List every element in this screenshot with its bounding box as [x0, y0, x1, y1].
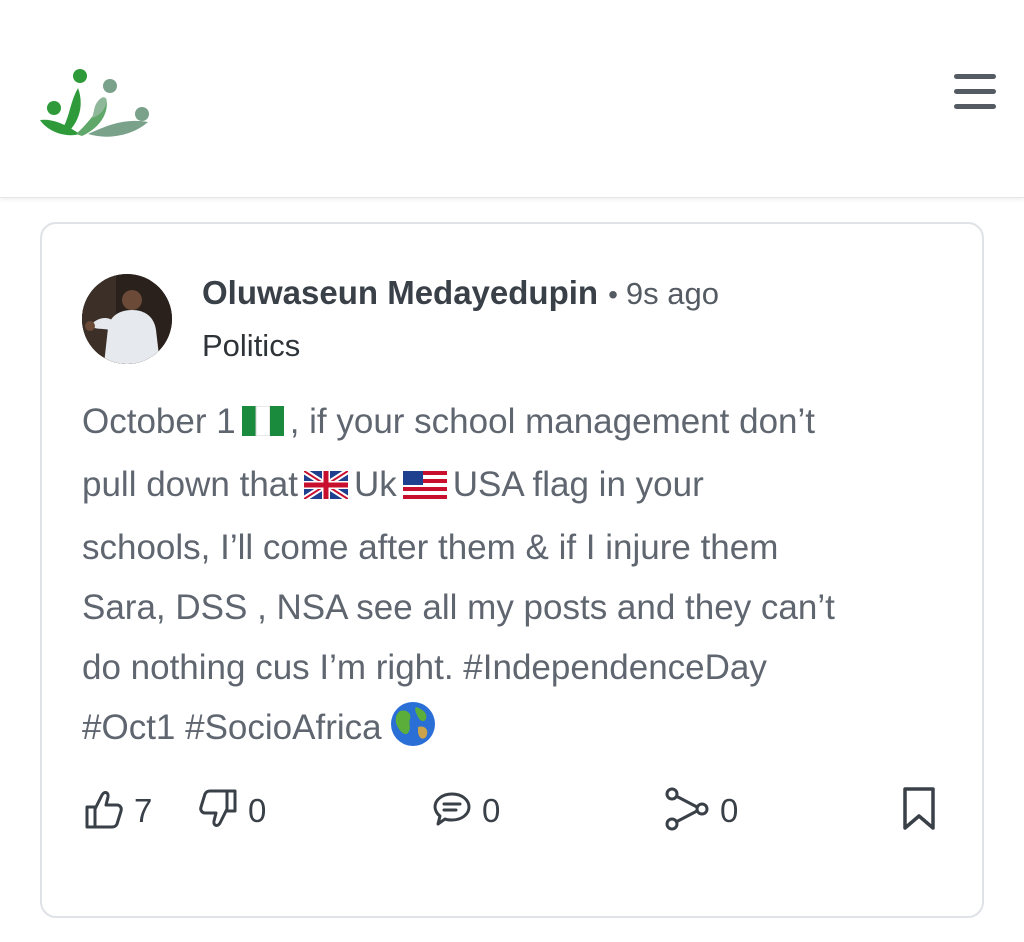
- post-line-text: October 1: [82, 402, 236, 441]
- post-line: schools, I’ll come after them & if I inj…: [82, 528, 779, 567]
- post-line-text: USA flag in your: [452, 465, 704, 504]
- share-button[interactable]: 0: [664, 784, 738, 838]
- menu-bar: [954, 74, 996, 79]
- post-line: Sara, DSS , NSA see all my posts and the…: [82, 588, 835, 627]
- author-avatar[interactable]: [82, 274, 172, 364]
- post-line-text: Uk: [353, 465, 397, 504]
- post-line-text: pull down that: [82, 465, 298, 504]
- nigeria-flag-icon: [241, 395, 284, 455]
- share-nodes-icon: [664, 786, 710, 837]
- post-timestamp: 9s ago: [625, 276, 719, 311]
- globe-icon: [390, 701, 436, 766]
- post-line: October 1 , if your school management don…: [82, 392, 952, 455]
- dislike-count: 0: [248, 792, 267, 829]
- comment-button[interactable]: 0: [432, 784, 500, 838]
- author-name[interactable]: Oluwaseun Medayedupin: [202, 274, 598, 312]
- share-count: 0: [720, 792, 739, 829]
- post-text: October 1 , if your school management don…: [82, 392, 952, 766]
- menu-bar: [954, 89, 996, 94]
- hamburger-menu-icon[interactable]: [948, 68, 1000, 116]
- menu-bar: [954, 104, 996, 109]
- post-category[interactable]: Politics: [202, 328, 300, 364]
- thumbs-down-icon: [198, 787, 238, 836]
- like-count: 7: [134, 792, 153, 829]
- dislike-button[interactable]: 0: [198, 784, 266, 838]
- comment-bubble-icon: [432, 789, 472, 834]
- post-author-line: Oluwaseun Medayedupin • 9s ago: [202, 274, 719, 314]
- post-card: Oluwaseun Medayedupin • 9s ago Politics …: [40, 222, 984, 918]
- usa-flag-icon: [402, 458, 447, 518]
- separator-dot: •: [608, 279, 618, 310]
- bookmark-icon: [900, 786, 938, 837]
- community-logo[interactable]: [36, 64, 160, 144]
- bookmark-button[interactable]: [900, 784, 938, 838]
- post-line: pull down that Uk USA flag in your: [82, 455, 952, 518]
- comment-count: 0: [482, 792, 501, 829]
- post-line: do nothing cus I’m right. #IndependenceD…: [82, 648, 767, 687]
- post-line-text: #Oct1 #SocioAfrica: [82, 708, 382, 747]
- post-line-text: , if your school management don’t: [289, 402, 815, 441]
- thumbs-up-icon: [84, 787, 124, 836]
- top-header: [0, 0, 1024, 198]
- post-line: #Oct1 #SocioAfrica: [82, 698, 952, 766]
- post-actions: 7 0 0 0: [42, 784, 982, 844]
- uk-flag-icon: [302, 458, 350, 518]
- like-button[interactable]: 7: [84, 784, 152, 838]
